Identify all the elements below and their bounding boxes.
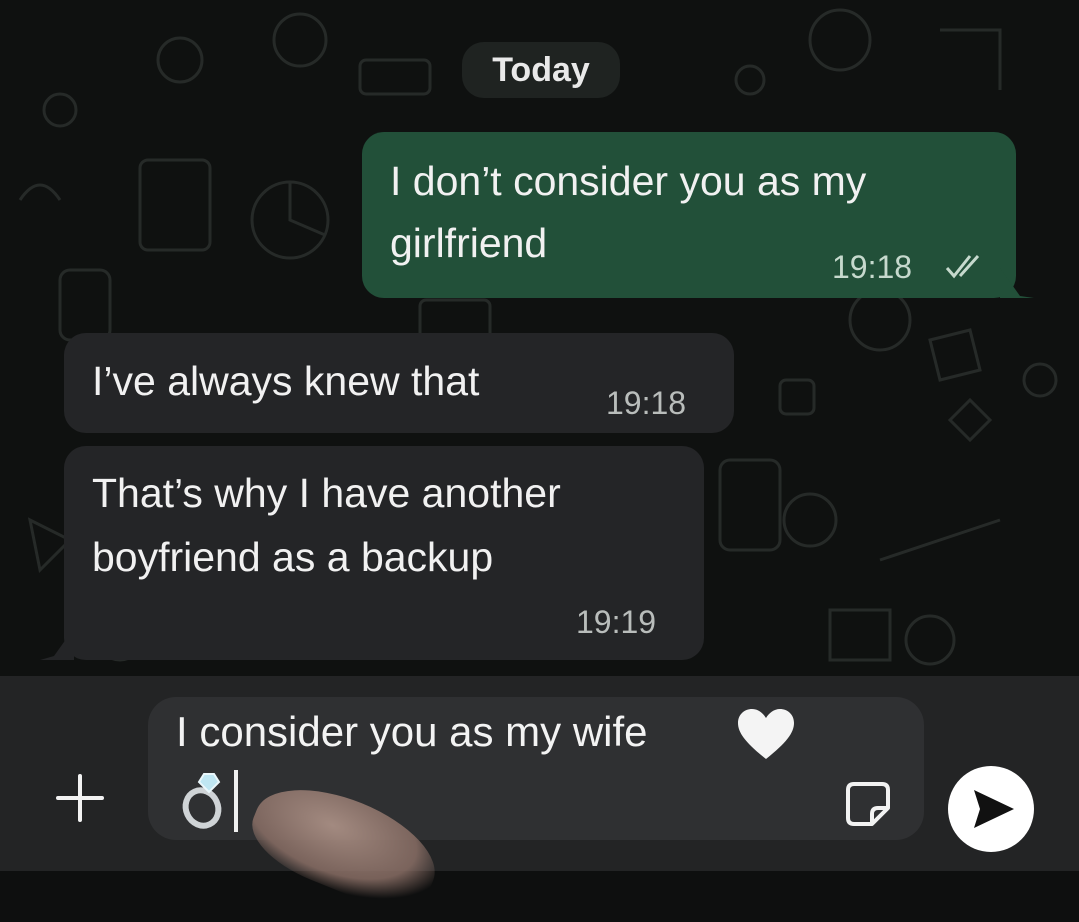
message-text-line: I don’t consider you as my: [390, 158, 867, 204]
message-text-line: girlfriend: [390, 220, 548, 266]
message-text-line: boyfriend as a backup: [92, 534, 494, 580]
send-icon: [974, 790, 1014, 828]
double-check-icon: [945, 254, 980, 279]
message-time: 19:18: [606, 385, 687, 421]
white-heart-emoji: [738, 709, 794, 759]
send-button[interactable]: [948, 766, 1034, 852]
message-text-line: I’ve always knew that: [92, 358, 480, 404]
date-divider: Today: [462, 42, 620, 98]
ring-emoji: [182, 773, 222, 829]
message-text-line: That’s why I have another: [92, 470, 561, 516]
bubble-tail-outgoing: [1000, 268, 1034, 298]
bubble-tail-incoming: [40, 628, 74, 660]
message-input-text: I consider you as my wife: [176, 708, 648, 755]
plus-icon[interactable]: [52, 770, 108, 826]
sticker-icon[interactable]: [844, 780, 892, 828]
message-time: 19:18: [832, 249, 913, 285]
text-cursor: [234, 770, 238, 832]
message-time: 19:19: [576, 604, 657, 640]
